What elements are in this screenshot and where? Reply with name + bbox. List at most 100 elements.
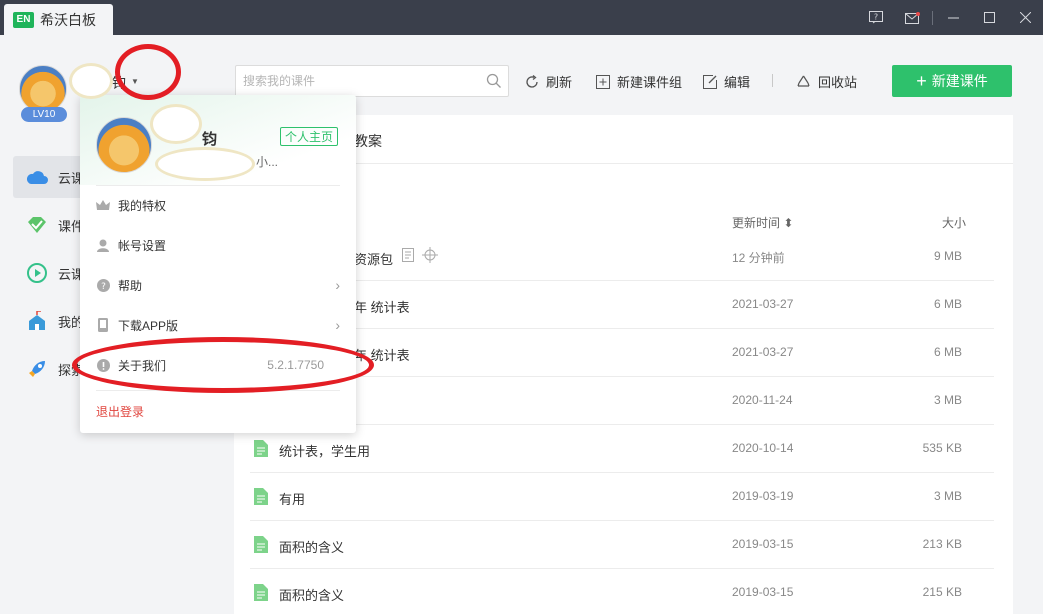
play-icon bbox=[26, 262, 48, 284]
diamond-icon bbox=[26, 214, 48, 236]
file-name: 年 统计表 bbox=[354, 297, 410, 316]
logout-button[interactable]: 退出登录 bbox=[96, 403, 144, 420]
recycle-bin-button[interactable]: 回收站 bbox=[796, 72, 857, 91]
edit-icon bbox=[703, 75, 717, 89]
annotation-circle bbox=[72, 337, 374, 393]
file-size: 6 MB bbox=[934, 297, 962, 311]
svg-text:?: ? bbox=[101, 282, 106, 292]
menu-item-download-app[interactable]: 下载APP版 › bbox=[96, 310, 340, 340]
refresh-icon bbox=[525, 75, 539, 89]
file-date: 2021-03-27 bbox=[732, 345, 793, 359]
file-date: 2021-03-27 bbox=[732, 297, 793, 311]
avatar bbox=[19, 65, 67, 113]
titlebar-divider bbox=[932, 11, 933, 25]
user-name: 钧 bbox=[202, 128, 217, 149]
file-size: 3 MB bbox=[934, 393, 962, 407]
file-date: 2019-03-15 bbox=[732, 537, 793, 551]
menu-item-help[interactable]: ? 帮助 › bbox=[96, 270, 340, 300]
chevron-right-icon: › bbox=[335, 317, 340, 333]
table-row[interactable]: 统计表，学生用 2020-10-14 535 KB bbox=[250, 425, 994, 473]
file-size: 3 MB bbox=[934, 489, 962, 503]
search-box[interactable] bbox=[235, 65, 509, 97]
avatar bbox=[96, 117, 152, 173]
rocket-icon bbox=[26, 358, 48, 380]
recycle-icon bbox=[796, 75, 811, 89]
file-size: 213 KB bbox=[923, 537, 962, 551]
table-row[interactable]: 年 统计表 2021-03-27 6 MB bbox=[250, 281, 994, 329]
add-folder-icon bbox=[596, 75, 610, 89]
table-row[interactable]: 面积的含义 2019-03-15 215 KB bbox=[250, 569, 994, 614]
menu-item-label: 我的特权 bbox=[118, 197, 166, 214]
menu-item-label: 帮助 bbox=[118, 277, 142, 294]
window-controls: ? bbox=[858, 0, 1043, 35]
file-size: 6 MB bbox=[934, 345, 962, 359]
title-bar: EN 希沃白板 ? bbox=[0, 0, 1043, 35]
column-header-updated[interactable]: 更新时间 ⬍ bbox=[732, 214, 793, 231]
file-icon bbox=[254, 488, 268, 505]
file-list: 资源包 12 分钟前 9 MB 年 统计表 2021-03-27 6 MB 年 … bbox=[250, 233, 994, 614]
app-title: 希沃白板 bbox=[40, 10, 96, 30]
file-date: 2019-03-15 bbox=[732, 585, 793, 599]
file-name: 面积的含义 bbox=[279, 537, 344, 556]
annotation-circle bbox=[115, 44, 181, 100]
new-group-label: 新建课件组 bbox=[617, 72, 682, 91]
file-name: 有用 bbox=[279, 489, 305, 508]
new-course-label: 新建课件 bbox=[932, 71, 988, 91]
user-avatar[interactable]: LV10 bbox=[19, 65, 69, 115]
column-header-size[interactable]: 大小 bbox=[942, 214, 966, 231]
menu-item-privileges[interactable]: 我的特权 bbox=[96, 190, 340, 220]
file-icon bbox=[254, 440, 268, 457]
edit-button[interactable]: 编辑 bbox=[703, 72, 750, 91]
menu-item-label: 下载APP版 bbox=[118, 317, 178, 334]
minimize-icon[interactable] bbox=[935, 8, 971, 28]
menu-item-account-settings[interactable]: 帐号设置 bbox=[96, 230, 340, 260]
table-row[interactable]: 有用 2019-03-19 3 MB bbox=[250, 473, 994, 521]
file-icon bbox=[254, 536, 268, 553]
file-date: 2019-03-19 bbox=[732, 489, 793, 503]
new-group-button[interactable]: 新建课件组 bbox=[596, 72, 682, 91]
new-course-button[interactable]: + 新建课件 bbox=[892, 65, 1012, 97]
table-row[interactable]: 资源包 12 分钟前 9 MB bbox=[250, 233, 994, 281]
file-name: 面积的含义 bbox=[279, 585, 344, 604]
toolbar-divider bbox=[772, 74, 773, 87]
chevron-right-icon: › bbox=[335, 277, 340, 293]
search-icon[interactable] bbox=[486, 73, 502, 92]
file-name: 资源包 bbox=[354, 249, 393, 268]
share-icon[interactable] bbox=[422, 247, 438, 266]
refresh-button[interactable]: 刷新 bbox=[525, 72, 572, 91]
app-tab[interactable]: EN 希沃白板 bbox=[4, 4, 113, 35]
file-icon bbox=[254, 584, 268, 601]
file-size: 535 KB bbox=[923, 441, 962, 455]
user-icon bbox=[96, 238, 110, 252]
mail-icon[interactable] bbox=[894, 8, 930, 28]
file-size: 9 MB bbox=[934, 249, 962, 263]
svg-text:?: ? bbox=[874, 13, 878, 22]
edit-label: 编辑 bbox=[724, 72, 750, 91]
recycle-label: 回收站 bbox=[818, 72, 857, 91]
file-date: 2020-11-24 bbox=[732, 393, 793, 407]
file-date: 12 分钟前 bbox=[732, 249, 785, 266]
panel-title: 教案 bbox=[354, 131, 382, 151]
user-subtitle: 小... bbox=[256, 153, 278, 170]
help-icon[interactable]: ? bbox=[858, 8, 894, 28]
close-icon[interactable] bbox=[1007, 8, 1043, 28]
menu-item-label: 帐号设置 bbox=[118, 237, 166, 254]
file-name: 统计表，学生用 bbox=[279, 441, 370, 460]
privacy-blur bbox=[155, 147, 255, 181]
refresh-label: 刷新 bbox=[546, 72, 572, 91]
maximize-icon[interactable] bbox=[971, 8, 1007, 28]
search-input[interactable] bbox=[236, 66, 476, 96]
privacy-blur bbox=[69, 63, 113, 99]
phone-icon bbox=[96, 318, 110, 332]
table-row[interactable]: 2020-11-24 3 MB bbox=[250, 377, 994, 425]
file-size: 215 KB bbox=[923, 585, 962, 599]
table-row[interactable]: 面积的含义 2019-03-15 213 KB bbox=[250, 521, 994, 569]
cloud-icon bbox=[26, 166, 48, 188]
crown-icon bbox=[96, 198, 110, 212]
document-icon[interactable] bbox=[402, 248, 414, 265]
question-icon: ? bbox=[96, 278, 110, 292]
menu-divider bbox=[96, 185, 340, 186]
personal-home-button[interactable]: 个人主页 bbox=[280, 127, 338, 146]
privacy-blur bbox=[150, 104, 202, 144]
level-badge: LV10 bbox=[21, 107, 67, 122]
